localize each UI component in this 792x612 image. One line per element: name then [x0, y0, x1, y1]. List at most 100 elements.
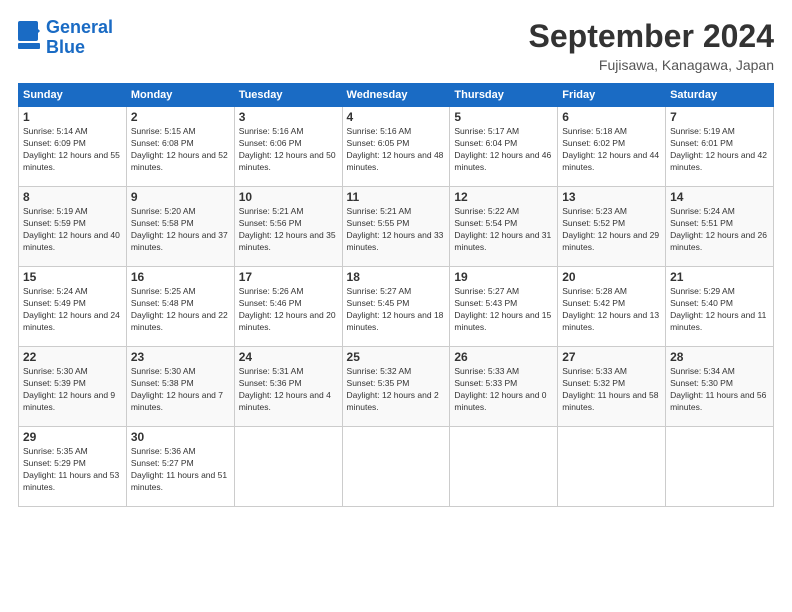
daylight-label: Daylight: 12 hours and 15 minutes. — [454, 310, 551, 332]
daylight-label: Daylight: 12 hours and 52 minutes. — [131, 150, 228, 172]
sunrise-label: Sunrise: 5:24 AM — [670, 206, 735, 216]
sunrise-label: Sunrise: 5:35 AM — [23, 446, 88, 456]
day-info: Sunrise: 5:17 AM Sunset: 6:04 PM Dayligh… — [454, 126, 553, 174]
calendar-cell — [234, 427, 342, 507]
calendar-cell — [450, 427, 558, 507]
sunset-label: Sunset: 5:42 PM — [562, 298, 625, 308]
daylight-label: Daylight: 12 hours and 4 minutes. — [239, 390, 331, 412]
sunrise-label: Sunrise: 5:33 AM — [562, 366, 627, 376]
calendar-cell: 26 Sunrise: 5:33 AM Sunset: 5:33 PM Dayl… — [450, 347, 558, 427]
sunset-label: Sunset: 5:36 PM — [239, 378, 302, 388]
calendar-cell: 1 Sunrise: 5:14 AM Sunset: 6:09 PM Dayli… — [19, 107, 127, 187]
sunset-label: Sunset: 5:39 PM — [23, 378, 86, 388]
daylight-label: Daylight: 11 hours and 53 minutes. — [23, 470, 119, 492]
calendar-cell: 3 Sunrise: 5:16 AM Sunset: 6:06 PM Dayli… — [234, 107, 342, 187]
daylight-label: Daylight: 12 hours and 9 minutes. — [23, 390, 115, 412]
sunrise-label: Sunrise: 5:27 AM — [347, 286, 412, 296]
calendar-week-4: 22 Sunrise: 5:30 AM Sunset: 5:39 PM Dayl… — [19, 347, 774, 427]
calendar-week-1: 1 Sunrise: 5:14 AM Sunset: 6:09 PM Dayli… — [19, 107, 774, 187]
day-number: 25 — [347, 350, 446, 364]
daylight-label: Daylight: 12 hours and 44 minutes. — [562, 150, 659, 172]
day-number: 10 — [239, 190, 338, 204]
calendar-header-sunday: Sunday — [19, 84, 127, 107]
sunset-label: Sunset: 5:38 PM — [131, 378, 194, 388]
calendar-cell: 23 Sunrise: 5:30 AM Sunset: 5:38 PM Dayl… — [126, 347, 234, 427]
sunrise-label: Sunrise: 5:26 AM — [239, 286, 304, 296]
calendar-cell: 12 Sunrise: 5:22 AM Sunset: 5:54 PM Dayl… — [450, 187, 558, 267]
sunrise-label: Sunrise: 5:14 AM — [23, 126, 88, 136]
calendar-cell: 16 Sunrise: 5:25 AM Sunset: 5:48 PM Dayl… — [126, 267, 234, 347]
calendar-cell — [342, 427, 450, 507]
day-info: Sunrise: 5:25 AM Sunset: 5:48 PM Dayligh… — [131, 286, 230, 334]
sunset-label: Sunset: 6:09 PM — [23, 138, 86, 148]
sunset-label: Sunset: 5:33 PM — [454, 378, 517, 388]
sunrise-label: Sunrise: 5:19 AM — [23, 206, 88, 216]
sunset-label: Sunset: 5:54 PM — [454, 218, 517, 228]
daylight-label: Daylight: 12 hours and 48 minutes. — [347, 150, 444, 172]
calendar-header-wednesday: Wednesday — [342, 84, 450, 107]
calendar-cell: 4 Sunrise: 5:16 AM Sunset: 6:05 PM Dayli… — [342, 107, 450, 187]
calendar-cell — [666, 427, 774, 507]
sunset-label: Sunset: 5:52 PM — [562, 218, 625, 228]
logo-text: General Blue — [46, 18, 113, 58]
calendar-cell — [558, 427, 666, 507]
sunrise-label: Sunrise: 5:29 AM — [670, 286, 735, 296]
daylight-label: Daylight: 12 hours and 37 minutes. — [131, 230, 228, 252]
calendar-cell: 29 Sunrise: 5:35 AM Sunset: 5:29 PM Dayl… — [19, 427, 127, 507]
sunset-label: Sunset: 5:51 PM — [670, 218, 733, 228]
daylight-label: Daylight: 12 hours and 18 minutes. — [347, 310, 444, 332]
logo-line1: General — [46, 17, 113, 37]
day-info: Sunrise: 5:27 AM Sunset: 5:43 PM Dayligh… — [454, 286, 553, 334]
sunset-label: Sunset: 5:56 PM — [239, 218, 302, 228]
daylight-label: Daylight: 12 hours and 50 minutes. — [239, 150, 336, 172]
daylight-label: Daylight: 12 hours and 7 minutes. — [131, 390, 223, 412]
calendar-cell: 20 Sunrise: 5:28 AM Sunset: 5:42 PM Dayl… — [558, 267, 666, 347]
day-info: Sunrise: 5:24 AM Sunset: 5:49 PM Dayligh… — [23, 286, 122, 334]
calendar-week-3: 15 Sunrise: 5:24 AM Sunset: 5:49 PM Dayl… — [19, 267, 774, 347]
day-number: 21 — [670, 270, 769, 284]
day-number: 26 — [454, 350, 553, 364]
day-number: 27 — [562, 350, 661, 364]
sunset-label: Sunset: 5:55 PM — [347, 218, 410, 228]
sunrise-label: Sunrise: 5:16 AM — [347, 126, 412, 136]
sunrise-label: Sunrise: 5:36 AM — [131, 446, 196, 456]
calendar-cell: 21 Sunrise: 5:29 AM Sunset: 5:40 PM Dayl… — [666, 267, 774, 347]
day-info: Sunrise: 5:33 AM Sunset: 5:33 PM Dayligh… — [454, 366, 553, 414]
calendar-header-tuesday: Tuesday — [234, 84, 342, 107]
calendar-cell: 5 Sunrise: 5:17 AM Sunset: 6:04 PM Dayli… — [450, 107, 558, 187]
day-info: Sunrise: 5:19 AM Sunset: 5:59 PM Dayligh… — [23, 206, 122, 254]
sunset-label: Sunset: 5:35 PM — [347, 378, 410, 388]
calendar-cell: 27 Sunrise: 5:33 AM Sunset: 5:32 PM Dayl… — [558, 347, 666, 427]
location: Fujisawa, Kanagawa, Japan — [529, 57, 774, 73]
sunset-label: Sunset: 6:02 PM — [562, 138, 625, 148]
calendar-cell: 19 Sunrise: 5:27 AM Sunset: 5:43 PM Dayl… — [450, 267, 558, 347]
sunset-label: Sunset: 5:58 PM — [131, 218, 194, 228]
sunset-label: Sunset: 5:45 PM — [347, 298, 410, 308]
day-number: 12 — [454, 190, 553, 204]
calendar-header-friday: Friday — [558, 84, 666, 107]
daylight-label: Daylight: 12 hours and 55 minutes. — [23, 150, 120, 172]
sunrise-label: Sunrise: 5:30 AM — [23, 366, 88, 376]
calendar-cell: 18 Sunrise: 5:27 AM Sunset: 5:45 PM Dayl… — [342, 267, 450, 347]
sunrise-label: Sunrise: 5:16 AM — [239, 126, 304, 136]
day-info: Sunrise: 5:18 AM Sunset: 6:02 PM Dayligh… — [562, 126, 661, 174]
daylight-label: Daylight: 12 hours and 2 minutes. — [347, 390, 439, 412]
day-number: 13 — [562, 190, 661, 204]
day-number: 15 — [23, 270, 122, 284]
sunrise-label: Sunrise: 5:15 AM — [131, 126, 196, 136]
day-number: 29 — [23, 430, 122, 444]
daylight-label: Daylight: 12 hours and 26 minutes. — [670, 230, 767, 252]
daylight-label: Daylight: 11 hours and 58 minutes. — [562, 390, 658, 412]
header: General Blue September 2024 Fujisawa, Ka… — [18, 18, 774, 73]
day-info: Sunrise: 5:31 AM Sunset: 5:36 PM Dayligh… — [239, 366, 338, 414]
daylight-label: Daylight: 12 hours and 35 minutes. — [239, 230, 336, 252]
day-number: 16 — [131, 270, 230, 284]
sunset-label: Sunset: 5:30 PM — [670, 378, 733, 388]
calendar-cell: 24 Sunrise: 5:31 AM Sunset: 5:36 PM Dayl… — [234, 347, 342, 427]
page: General Blue September 2024 Fujisawa, Ka… — [0, 0, 792, 612]
calendar-header-saturday: Saturday — [666, 84, 774, 107]
day-number: 14 — [670, 190, 769, 204]
sunset-label: Sunset: 5:48 PM — [131, 298, 194, 308]
sunrise-label: Sunrise: 5:24 AM — [23, 286, 88, 296]
day-number: 8 — [23, 190, 122, 204]
